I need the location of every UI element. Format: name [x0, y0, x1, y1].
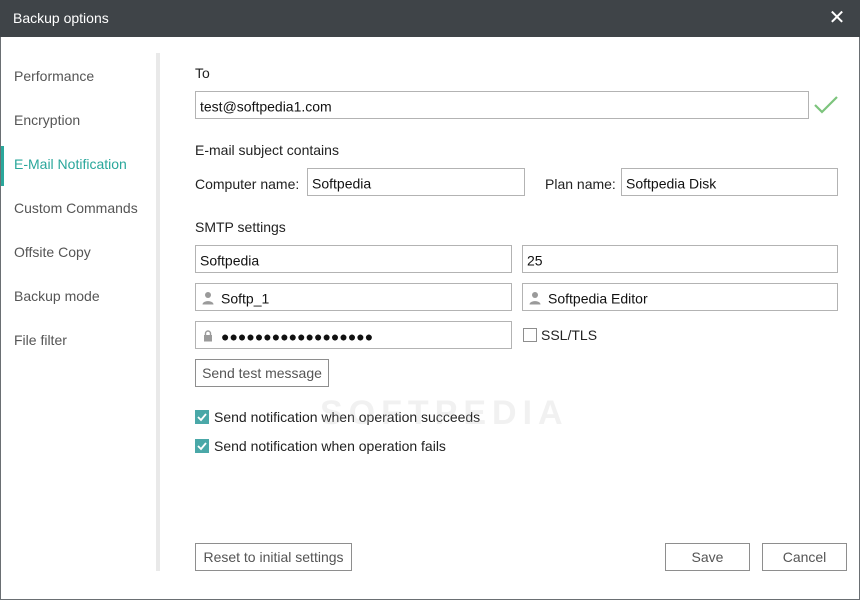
checkmark-icon — [197, 413, 207, 422]
to-email-value: test@softpedia1.com — [200, 98, 332, 115]
smtp-label: SMTP settings — [195, 219, 286, 235]
notify-success-label: Send notification when operation succeed… — [214, 409, 481, 425]
notify-success-checkbox[interactable] — [195, 410, 209, 424]
smtp-username-field[interactable]: Softp_1 — [195, 283, 512, 311]
computer-name-label: Computer name: — [195, 176, 300, 192]
smtp-username-value: Softp_1 — [221, 290, 270, 307]
sidebar-divider — [156, 53, 160, 571]
to-email-field[interactable]: test@softpedia1.com — [195, 91, 809, 119]
close-icon[interactable]: ✕ — [826, 6, 848, 30]
notify-fail-checkbox[interactable] — [195, 439, 209, 453]
plan-name-field[interactable]: Softpedia Disk — [621, 168, 838, 196]
send-test-message-button[interactable]: Send test message — [195, 359, 329, 387]
smtp-password-field[interactable]: ●●●●●●●●●●●●●●●●●● — [195, 321, 512, 349]
sidebar-item-label: E-Mail Notification — [14, 156, 127, 172]
sidebar-item-backup-mode[interactable]: Backup mode — [1, 274, 156, 318]
sidebar-item-file-filter[interactable]: File filter — [1, 318, 156, 362]
sidebar-item-performance[interactable]: Performance — [1, 54, 156, 98]
smtp-port-value: 25 — [527, 252, 543, 269]
ssl-tls-checkbox[interactable] — [523, 328, 537, 342]
checkmark-icon — [197, 442, 207, 451]
plan-name-value: Softpedia Disk — [626, 175, 717, 192]
save-button[interactable]: Save — [665, 543, 750, 571]
sidebar-item-custom-commands[interactable]: Custom Commands — [1, 186, 156, 230]
sidebar-item-label: Backup mode — [14, 288, 100, 304]
sidebar-nav: Performance Encryption E-Mail Notificati… — [1, 37, 156, 577]
computer-name-field[interactable]: Softpedia — [307, 168, 525, 196]
ssl-tls-label: SSL/TLS — [541, 327, 598, 343]
smtp-server-field[interactable]: Softpedia — [195, 245, 512, 273]
window-title: Backup options — [13, 10, 109, 26]
title-bar: Backup options ✕ — [0, 0, 860, 37]
cancel-button[interactable]: Cancel — [762, 543, 847, 571]
smtp-sender-field[interactable]: Softpedia Editor — [522, 283, 838, 311]
smtp-sender-value: Softpedia Editor — [548, 290, 648, 307]
to-label: To — [195, 65, 210, 81]
smtp-port-field[interactable]: 25 — [522, 245, 838, 273]
smtp-server-value: Softpedia — [200, 252, 260, 269]
notify-fail-label: Send notification when operation fails — [214, 438, 446, 454]
lock-icon — [204, 330, 212, 342]
sidebar-item-label: Performance — [14, 68, 95, 84]
sidebar-item-encryption[interactable]: Encryption — [1, 98, 156, 142]
sidebar-item-email-notification[interactable]: E-Mail Notification — [1, 142, 156, 186]
sidebar-item-label: Encryption — [14, 112, 81, 128]
sidebar-item-label: Custom Commands — [14, 200, 138, 216]
user-icon — [529, 292, 541, 305]
plan-name-label: Plan name: — [545, 176, 616, 192]
computer-name-value: Softpedia — [312, 175, 372, 192]
sidebar-item-label: File filter — [14, 332, 67, 348]
checkmark-icon — [814, 96, 838, 114]
sidebar-item-label: Offsite Copy — [14, 244, 91, 260]
user-icon — [202, 292, 214, 305]
sidebar-item-offsite-copy[interactable]: Offsite Copy — [1, 230, 156, 274]
reset-settings-button[interactable]: Reset to initial settings — [195, 543, 352, 571]
smtp-password-value: ●●●●●●●●●●●●●●●●●● — [221, 328, 374, 345]
subject-label: E-mail subject contains — [195, 142, 339, 158]
